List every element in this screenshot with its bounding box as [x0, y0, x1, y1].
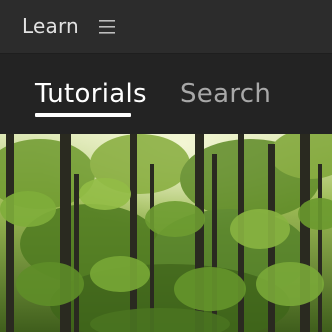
- panel-header: Learn: [0, 0, 332, 54]
- tab-search[interactable]: Search: [180, 78, 271, 110]
- tab-tutorials[interactable]: Tutorials: [35, 78, 147, 110]
- panel-title: Learn: [22, 14, 79, 38]
- hamburger-menu-icon[interactable]: [96, 16, 118, 38]
- forest-photo[interactable]: [0, 134, 332, 332]
- tab-bar: Tutorials Search: [0, 54, 332, 134]
- active-tab-indicator: [35, 113, 131, 117]
- learn-panel: Learn Tutorials Search: [0, 0, 332, 332]
